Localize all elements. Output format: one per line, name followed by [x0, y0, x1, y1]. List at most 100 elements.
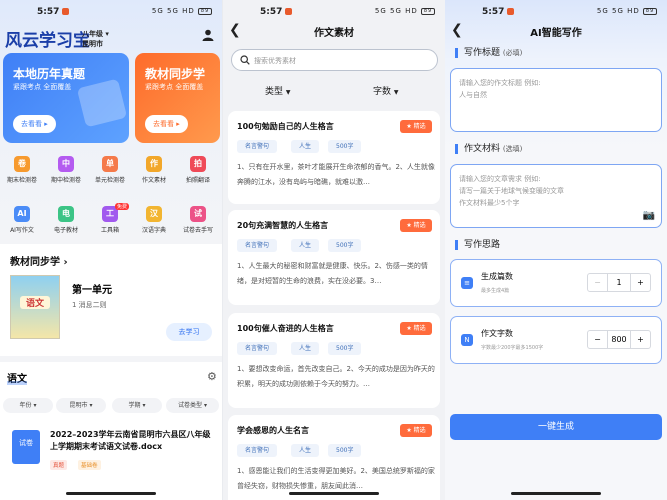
unit-exam-icon: 单	[102, 156, 118, 172]
filter-term[interactable]: 学期 ▾	[112, 398, 162, 413]
home-indicator	[511, 492, 601, 495]
user-icon[interactable]	[202, 29, 214, 41]
battery-icon: 89	[421, 7, 435, 15]
paper-list-item[interactable]: 试卷 2022–2023学年云南省昆明市六县区八年级上学期期末考试语文试卷.do…	[0, 424, 222, 484]
tag-basic: 基础卷	[78, 460, 101, 470]
tool-label: 期中检测卷	[50, 177, 81, 184]
tool-dictionary[interactable]: 汉汉语字典	[132, 206, 176, 234]
essay-card[interactable]: 学会感恩的人生名言 ★ 精选 名言警句 人生 500字 1、感恩能让我们的生活变…	[228, 415, 440, 500]
city-label: 昆明市	[82, 40, 103, 48]
grade-selector[interactable]: 八年级 ▾ 昆明市	[82, 29, 109, 49]
notification-icon	[285, 8, 292, 15]
book-cover[interactable]: 语文	[10, 275, 60, 339]
dictionary-icon: 汉	[146, 206, 162, 222]
textbook-sync-card[interactable]: 教材同步学 紧跟考点 全面覆盖 去看看 ▸	[135, 53, 220, 143]
go-see-button[interactable]: 去看看 ▸	[145, 115, 188, 133]
battery-icon: 89	[643, 7, 657, 15]
featured-badge: ★ 精选	[400, 120, 432, 133]
title-section-label: 写作标题 (必填)	[455, 48, 522, 58]
count-value[interactable]: 1	[608, 274, 630, 291]
tool-ai-writing[interactable]: AI AI写作文	[0, 206, 44, 234]
type-label: 类型	[265, 87, 284, 97]
essay-title: 20句充满智慧的人生格言	[237, 221, 329, 230]
subject-title: 语文	[7, 370, 27, 385]
increment-button[interactable]: +	[630, 274, 650, 291]
tag: 名言警句	[237, 239, 278, 252]
camera-icon[interactable]: 📷	[643, 210, 655, 222]
card-subtitle: 紧跟考点 全面覆盖	[13, 83, 72, 91]
study-button[interactable]: 去学习	[166, 323, 212, 341]
filter-city[interactable]: 昆明市 ▾	[56, 398, 106, 413]
past-exams-card[interactable]: 本地历年真题 紧跟考点 全面覆盖 去看看 ▸	[3, 53, 129, 143]
tool-midterm-exam[interactable]: 中期中检测卷	[44, 156, 88, 184]
tool-essay-material[interactable]: 作作文素材	[132, 156, 176, 184]
tag-real-exam: 真题	[50, 460, 68, 470]
tool-final-exam[interactable]: 卷期末检测卷	[0, 156, 44, 184]
go-see-button[interactable]: 去看看 ▸	[13, 115, 56, 133]
photo-translate-icon: 拍	[190, 156, 206, 172]
search-input[interactable]: 搜索优秀素材	[231, 49, 438, 71]
status-time: 5:57	[482, 7, 505, 17]
filter-paper-type[interactable]: 试卷类型 ▾	[166, 398, 219, 413]
section-title[interactable]: 教材同步学 ›	[10, 253, 68, 268]
essay-title: 学会感恩的人生名言	[237, 426, 309, 435]
search-placeholder: 搜索优秀素材	[254, 57, 296, 65]
ebook-icon: 电	[58, 206, 74, 222]
tool-ebook[interactable]: 电电子教材	[44, 206, 88, 234]
decrement-button[interactable]: −	[588, 274, 608, 291]
essay-title: 100句勉励自己的人生格言	[237, 122, 334, 131]
page-title: AI智能写作	[530, 28, 582, 39]
essay-material-input[interactable]: 请输入您的文章需求 例如: 请写一篇关于地球气候变暖的文章 作文材料最少5个字 …	[450, 164, 662, 228]
tool-label: 工具箱	[100, 227, 119, 234]
signal-icon: 5G 5G HD 89	[597, 7, 657, 15]
tool-label: 拍照翻译	[185, 177, 210, 184]
word-count-stepper: − 800 +	[587, 330, 651, 349]
tool-label: 单元检测卷	[94, 177, 125, 184]
material-placeholder: 请输入您的文章需求 例如:	[459, 175, 541, 183]
status-bar: 5:57 5G 5G HD 89	[223, 0, 445, 26]
material-placeholder-hint: 作文材料最少5个字	[459, 199, 520, 207]
word-count-icon: N	[461, 334, 473, 346]
material-placeholder-example: 请写一篇关于地球气候变暖的文章	[459, 187, 564, 195]
filter-year[interactable]: 年份 ▾	[3, 398, 53, 413]
word-count-option: N 作文字数 字数最少200字最多1500字 − 800 +	[450, 316, 662, 364]
decrement-button[interactable]: −	[588, 331, 608, 348]
paper-title: 2022–2023学年云南省昆明市六县区八年级上学期期末考试语文试卷.docx	[50, 430, 211, 451]
gear-icon[interactable]: ⚙	[207, 370, 217, 383]
grade-label: 八年级	[82, 30, 103, 38]
word-count-label: 字数	[373, 87, 392, 97]
essay-title-input[interactable]: 请输入您的作文标题 例如: 人与自然	[450, 68, 662, 132]
ai-writing-screen: 5:57 5G 5G HD 89 ❮ AI智能写作 写作标题 (必填) 请输入您…	[445, 0, 667, 500]
status-bar: 5:57 5G 5G HD 89	[0, 0, 222, 26]
essay-card[interactable]: 100句勉励自己的人生格言 ★ 精选 名言警句 人生 500字 1、只有在开水里…	[228, 111, 440, 204]
count-stepper: − 1 +	[587, 273, 651, 292]
featured-badge: ★ 精选	[400, 219, 432, 232]
count-hint: 最多生成4篇	[481, 288, 510, 294]
essay-excerpt: 1、人生最大的秘密和财富就是健康、快乐。2、伤感一类的情绪，是对短暂的生命的浪费…	[237, 262, 428, 285]
tool-photo-translate[interactable]: 拍拍照翻译	[176, 156, 220, 184]
essay-card[interactable]: 20句充满智慧的人生格言 ★ 精选 名言警句 人生 500字 1、人生最大的秘密…	[228, 210, 440, 305]
status-time: 5:57	[260, 7, 283, 17]
home-indicator	[289, 492, 379, 495]
home-indicator	[66, 492, 156, 495]
essay-excerpt: 1、感恩能让我们的生活变得更加美好。2、美国总统罗斯福的家曾经失窃，财物损失惨重…	[237, 467, 435, 490]
increment-button[interactable]: +	[630, 331, 650, 348]
word-count-filter-tab[interactable]: 字数 ▼	[373, 84, 399, 97]
tag: 人生	[291, 140, 320, 153]
generate-button[interactable]: 一键生成	[450, 414, 662, 440]
notification-icon	[62, 8, 69, 15]
page-title: 作文素材	[314, 28, 354, 39]
signal-icon: 5G 5G HD 89	[152, 7, 212, 15]
essay-excerpt: 1、要想改变命运，首先改变自己。2、今天的成功是因为昨天的积累，明天的成功则依赖…	[237, 365, 435, 388]
word-count-value[interactable]: 800	[608, 331, 630, 348]
app-logo: 风云学习宝	[5, 31, 90, 51]
type-filter-tab[interactable]: 类型 ▼	[265, 84, 291, 97]
tool-remove-handwriting[interactable]: 试试卷去手写	[176, 206, 220, 234]
essay-card[interactable]: 100句催人奋进的人生格言 ★ 精选 名言警句 人生 500字 1、要想改变命运…	[228, 313, 440, 408]
essay-material-icon: 作	[146, 156, 162, 172]
tool-toolbox[interactable]: 免费工工具箱	[88, 203, 132, 234]
tool-label: 汉语字典	[141, 227, 166, 234]
tool-label: 期末检测卷	[6, 177, 37, 184]
article-count-option: ≡ 生成篇数 最多生成4篇 − 1 +	[450, 259, 662, 307]
tool-unit-exam[interactable]: 单单元检测卷	[88, 156, 132, 184]
